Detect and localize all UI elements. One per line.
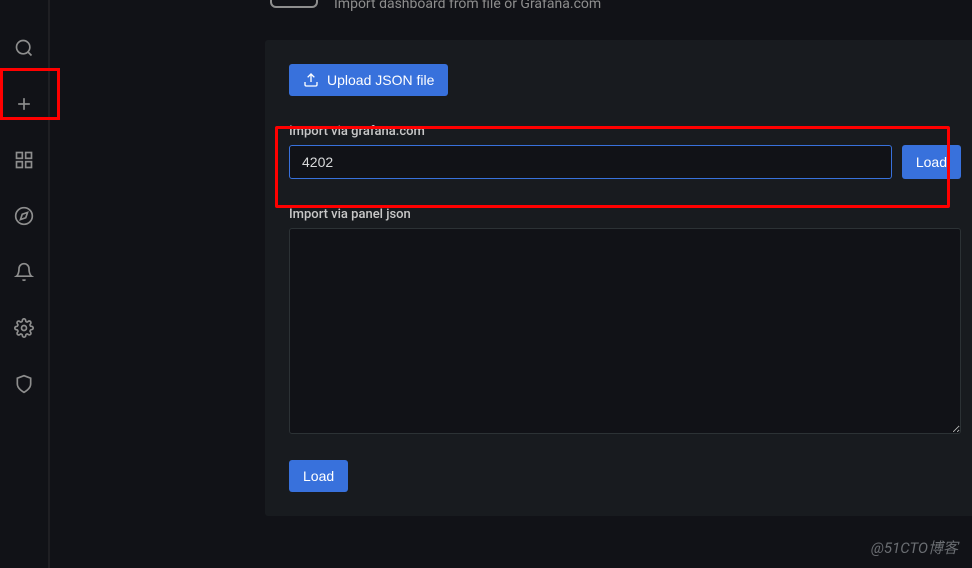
load-json-button[interactable]: Load [289,460,348,492]
sidebar [0,0,48,568]
dashboards-icon[interactable] [8,144,40,176]
load-button-label: Load [916,154,947,170]
main-content: Import dashboard from file or Grafana.co… [50,0,972,568]
load-grafana-button[interactable]: Load [902,145,961,179]
upload-icon [303,72,319,88]
panel-json-section: Import via panel json [289,207,961,438]
create-icon[interactable] [8,88,40,120]
grafana-url-input[interactable] [289,145,892,179]
import-icon [270,0,318,8]
import-form-panel: Upload JSON file Import via grafana.com … [265,40,972,516]
bottom-load-label: Load [303,468,334,484]
watermark-text: @51CTO博客 [871,537,958,558]
grafana-import-label: Import via grafana.com [289,124,961,139]
panel-json-textarea[interactable] [289,228,961,434]
explore-icon[interactable] [8,200,40,232]
alerting-icon[interactable] [8,256,40,288]
search-icon[interactable] [8,32,40,64]
panel-json-label: Import via panel json [289,207,961,222]
server-admin-icon[interactable] [8,368,40,400]
page-header: Import dashboard from file or Grafana.co… [50,0,972,12]
page-subtitle: Import dashboard from file or Grafana.co… [334,0,601,12]
grafana-input-row: Load [289,145,961,179]
configuration-icon[interactable] [8,312,40,344]
upload-button-label: Upload JSON file [327,72,434,88]
bottom-actions: Load [289,460,961,492]
grafana-import-section: Import via grafana.com Load [289,124,961,179]
upload-json-button[interactable]: Upload JSON file [289,64,448,96]
